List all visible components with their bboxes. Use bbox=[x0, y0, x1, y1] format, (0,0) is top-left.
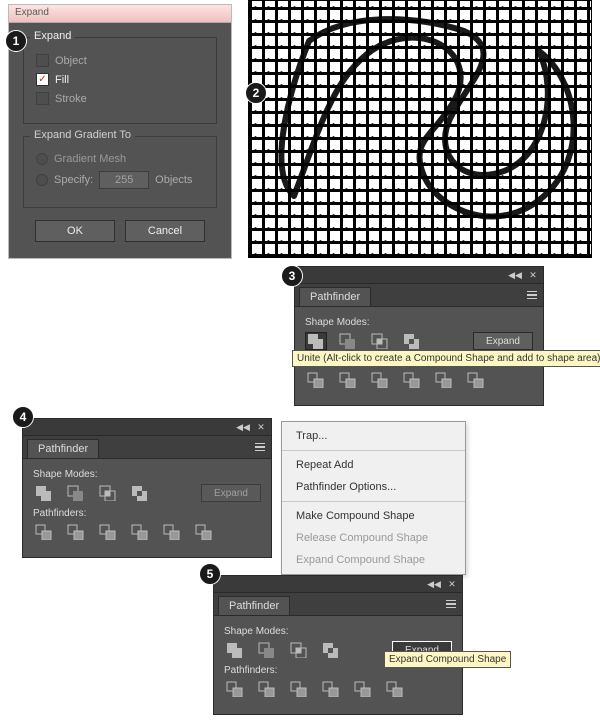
close-icon[interactable]: ✕ bbox=[254, 421, 268, 433]
close-icon[interactable]: ✕ bbox=[526, 269, 540, 281]
unite-icon[interactable] bbox=[33, 484, 55, 502]
menu-trap[interactable]: Trap... bbox=[282, 425, 465, 447]
menu-make-compound[interactable]: Make Compound Shape bbox=[282, 505, 465, 527]
label-gradient-mesh: Gradient Mesh bbox=[54, 153, 126, 165]
pf-divide-icon[interactable] bbox=[33, 523, 55, 541]
panel-menu-icon[interactable] bbox=[249, 443, 271, 452]
tab-pathfinder[interactable]: Pathfinder bbox=[218, 596, 290, 615]
artwork-canvas bbox=[248, 0, 592, 258]
ok-button[interactable]: OK bbox=[35, 220, 115, 242]
intersect-icon[interactable] bbox=[288, 641, 310, 659]
step-badge-3: 3 bbox=[281, 265, 303, 287]
menu-release-compound[interactable]: Release Compound Shape bbox=[282, 527, 465, 549]
expand-button[interactable]: Expand bbox=[473, 332, 533, 350]
panel-header: ◀◀ ✕ bbox=[214, 576, 462, 592]
cancel-button[interactable]: Cancel bbox=[125, 220, 205, 242]
collapse-icon[interactable]: ◀◀ bbox=[236, 421, 250, 433]
radio-gradient-mesh[interactable] bbox=[36, 153, 48, 165]
pf-outline-icon[interactable] bbox=[433, 371, 455, 389]
label-object: Object bbox=[55, 55, 87, 67]
collapse-icon[interactable]: ◀◀ bbox=[508, 269, 522, 281]
pf-trim-icon[interactable] bbox=[256, 680, 278, 698]
exclude-icon[interactable] bbox=[320, 641, 342, 659]
step-badge-5: 5 bbox=[199, 563, 221, 585]
step-badge-4: 4 bbox=[12, 406, 34, 428]
pf-merge-icon[interactable] bbox=[369, 371, 391, 389]
pathfinder-panel-3: ◀◀ ✕ Pathfinder Shape Modes: Expand Pa bbox=[294, 266, 544, 406]
minus-front-icon[interactable] bbox=[65, 484, 87, 502]
pf-trim-icon[interactable] bbox=[65, 523, 87, 541]
label-specify: Specify: bbox=[54, 174, 93, 186]
pf-crop-icon[interactable] bbox=[401, 371, 423, 389]
menu-repeat-add[interactable]: Repeat Add bbox=[282, 454, 465, 476]
group-gradient-title: Expand Gradient To bbox=[30, 129, 135, 141]
dot-pattern bbox=[249, 1, 591, 257]
pf-crop-icon[interactable] bbox=[129, 523, 151, 541]
intersect-icon[interactable] bbox=[369, 332, 391, 350]
group-expand-title: Expand bbox=[30, 30, 75, 42]
panel-menu-icon[interactable] bbox=[521, 291, 543, 300]
collapse-icon[interactable]: ◀◀ bbox=[427, 578, 441, 590]
panel-header: ◀◀ ✕ bbox=[295, 267, 543, 283]
label-fill: Fill bbox=[55, 74, 69, 86]
pathfinder-panel-5: ◀◀ ✕ Pathfinder Shape Modes: Expand Path… bbox=[213, 575, 463, 715]
pf-merge-icon[interactable] bbox=[97, 523, 119, 541]
menu-separator bbox=[282, 501, 465, 502]
radio-specify[interactable] bbox=[36, 174, 48, 186]
tab-pathfinder[interactable]: Pathfinder bbox=[299, 287, 371, 306]
step-badge-2: 2 bbox=[245, 82, 267, 104]
pathfinder-panel-4: ◀◀ ✕ Pathfinder Shape Modes: Expand Path… bbox=[22, 418, 272, 558]
minus-front-icon[interactable] bbox=[337, 332, 359, 350]
minus-front-icon[interactable] bbox=[256, 641, 278, 659]
pf-trim-icon[interactable] bbox=[337, 371, 359, 389]
tooltip-unite: Unite (Alt-click to create a Compound Sh… bbox=[292, 350, 600, 367]
menu-separator bbox=[282, 450, 465, 451]
pf-minusback-icon[interactable] bbox=[384, 680, 406, 698]
unite-icon[interactable] bbox=[224, 641, 246, 659]
step-badge-1: 1 bbox=[5, 30, 27, 52]
intersect-icon[interactable] bbox=[97, 484, 119, 502]
panel-menu-icon[interactable] bbox=[440, 600, 462, 609]
unite-icon[interactable] bbox=[305, 332, 327, 350]
pf-crop-icon[interactable] bbox=[320, 680, 342, 698]
checkbox-stroke[interactable] bbox=[36, 92, 49, 105]
menu-pathfinder-options[interactable]: Pathfinder Options... bbox=[282, 476, 465, 498]
exclude-icon[interactable] bbox=[129, 484, 151, 502]
pf-minusback-icon[interactable] bbox=[193, 523, 215, 541]
pf-outline-icon[interactable] bbox=[161, 523, 183, 541]
pf-outline-icon[interactable] bbox=[352, 680, 374, 698]
checkbox-object[interactable] bbox=[36, 54, 49, 67]
tooltip-expand-compound: Expand Compound Shape bbox=[384, 651, 511, 668]
expand-button[interactable]: Expand bbox=[201, 484, 261, 502]
label-objects: Objects bbox=[155, 174, 192, 186]
tab-pathfinder[interactable]: Pathfinder bbox=[27, 439, 99, 458]
pf-divide-icon[interactable] bbox=[224, 680, 246, 698]
pf-divide-icon[interactable] bbox=[305, 371, 327, 389]
label-shape-modes: Shape Modes: bbox=[33, 469, 261, 480]
panel-context-menu: Trap... Repeat Add Pathfinder Options...… bbox=[281, 421, 466, 575]
label-pathfinders: Pathfinders: bbox=[33, 508, 261, 519]
specify-input[interactable]: 255 bbox=[99, 171, 149, 189]
exclude-icon[interactable] bbox=[401, 332, 423, 350]
label-shape-modes: Shape Modes: bbox=[305, 317, 533, 328]
checkbox-fill[interactable]: ✓ bbox=[36, 73, 49, 86]
panel-header: ◀◀ ✕ bbox=[23, 419, 271, 435]
label-stroke: Stroke bbox=[55, 93, 87, 105]
close-icon[interactable]: ✕ bbox=[445, 578, 459, 590]
expand-dialog: Expand Expand Object ✓ Fill Stroke Expan… bbox=[8, 4, 232, 259]
label-shape-modes: Shape Modes: bbox=[224, 626, 452, 637]
pf-merge-icon[interactable] bbox=[288, 680, 310, 698]
dialog-title: Expand bbox=[9, 5, 231, 23]
pf-minusback-icon[interactable] bbox=[465, 371, 487, 389]
menu-expand-compound[interactable]: Expand Compound Shape bbox=[282, 549, 465, 571]
